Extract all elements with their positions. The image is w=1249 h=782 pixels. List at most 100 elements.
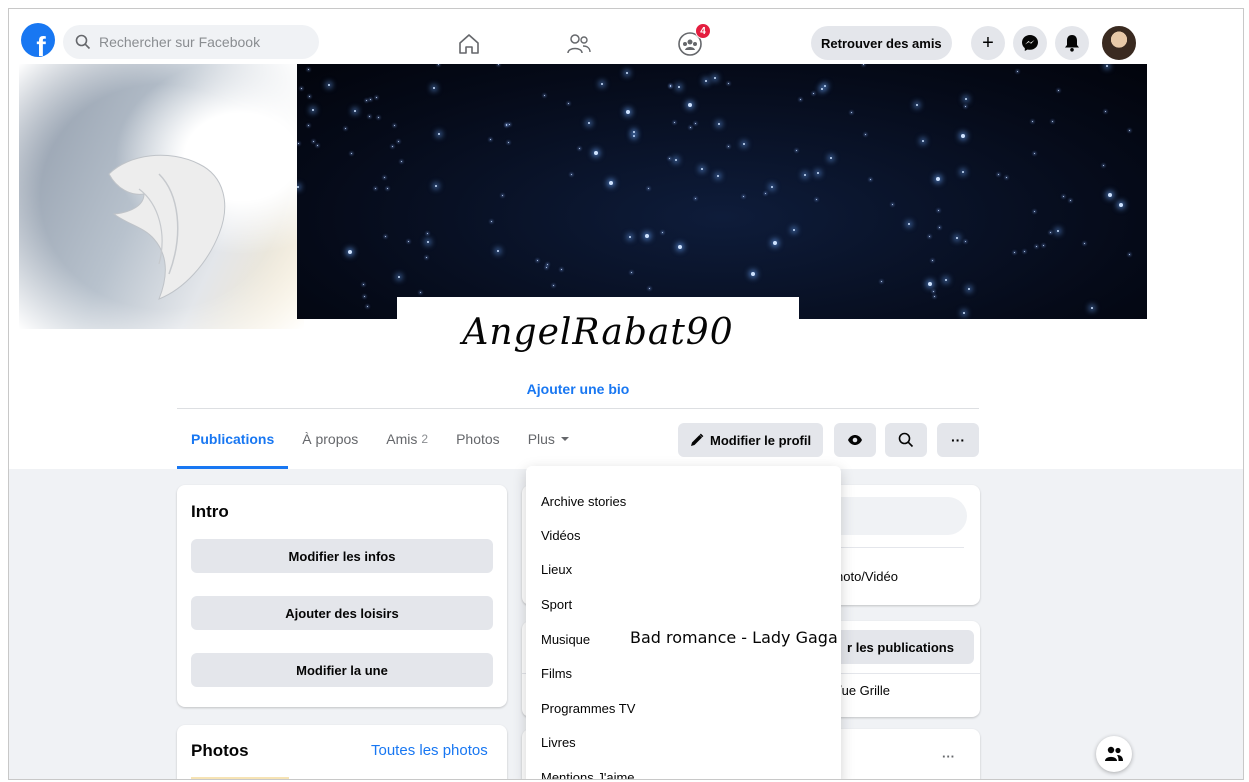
star (509, 124, 511, 126)
star (674, 122, 676, 124)
star (701, 168, 703, 170)
star (392, 146, 394, 148)
star (571, 174, 573, 176)
star (308, 125, 310, 127)
star (427, 233, 429, 235)
star (956, 237, 958, 239)
menu-item-tv-programs[interactable]: Programmes TV (541, 701, 635, 716)
star (1006, 177, 1008, 179)
menu-item-sport[interactable]: Sport (541, 597, 572, 612)
star (1070, 200, 1072, 202)
star (936, 177, 940, 181)
messenger-button[interactable] (1013, 26, 1047, 60)
intro-title: Intro (191, 502, 229, 521)
more-options-button[interactable]: ··· (937, 423, 979, 457)
star (892, 204, 894, 206)
view-as-button[interactable] (834, 423, 876, 457)
cover-photo[interactable] (297, 64, 1147, 319)
star (491, 221, 493, 223)
menu-item-archive-stories[interactable]: Archive stories (541, 494, 626, 509)
star (1032, 121, 1034, 123)
star (398, 141, 400, 143)
home-icon[interactable] (454, 29, 484, 59)
star (1057, 230, 1059, 232)
find-friends-button[interactable]: Retrouver des amis (811, 26, 952, 60)
star (1036, 246, 1038, 248)
plus-icon: + (982, 31, 994, 54)
photo-thumbnail[interactable] (191, 777, 289, 779)
tab-about[interactable]: À propos (288, 410, 372, 468)
star (426, 257, 428, 259)
star (965, 241, 967, 243)
notifications-button[interactable] (1055, 26, 1089, 60)
star (649, 288, 651, 290)
star (594, 151, 598, 155)
profile-name: AngelRabat90 (462, 312, 734, 353)
star (363, 284, 365, 286)
menu-item-music[interactable]: Musique (541, 632, 590, 647)
tab-photos[interactable]: Photos (442, 410, 514, 468)
friends-icon[interactable] (564, 29, 594, 59)
tab-more[interactable]: Plus (514, 410, 584, 468)
wing-icon (108, 154, 226, 300)
star (705, 80, 707, 82)
star (717, 175, 719, 177)
star (928, 282, 932, 286)
star (629, 236, 631, 238)
star (1063, 196, 1065, 198)
star (1103, 165, 1105, 167)
post-input[interactable] (822, 497, 967, 535)
star (385, 236, 387, 238)
edit-info-button[interactable]: Modifier les infos (191, 539, 493, 573)
star (824, 85, 826, 87)
menu-item-books[interactable]: Livres (541, 735, 576, 750)
tab-publications[interactable]: Publications (177, 410, 289, 469)
add-bio-link[interactable]: Ajouter une bio (9, 380, 1147, 398)
groups-icon[interactable]: 4 (675, 23, 711, 59)
star (427, 241, 429, 243)
star (490, 139, 492, 141)
star (1017, 71, 1019, 73)
star (376, 97, 378, 99)
photo-video-button[interactable]: hoto/Vidéo (836, 569, 898, 584)
menu-item-likes[interactable]: Mentions J'aime (541, 770, 635, 779)
all-photos-link[interactable]: Toutes les photos (371, 742, 488, 759)
account-avatar[interactable] (1100, 24, 1138, 62)
star (865, 134, 867, 136)
star (348, 250, 352, 254)
divider (177, 408, 979, 409)
post-options-button[interactable]: ··· (942, 749, 955, 764)
edit-profile-button[interactable]: Modifier le profil (678, 423, 824, 457)
photos-card: Photos Toutes les photos (177, 725, 507, 779)
star (351, 153, 353, 155)
grid-view-tab[interactable]: /ue Grille (838, 683, 890, 698)
star (751, 272, 755, 276)
search-icon (898, 432, 914, 448)
menu-item-videos[interactable]: Vidéos (541, 528, 581, 543)
create-button[interactable]: + (971, 26, 1005, 60)
star (793, 229, 795, 231)
search-profile-button[interactable] (885, 423, 927, 457)
star (364, 296, 366, 298)
menu-item-films[interactable]: Films (541, 666, 572, 681)
add-hobbies-button[interactable]: Ajouter des loisirs (191, 596, 493, 630)
manage-posts-button[interactable]: r les publications (827, 630, 974, 664)
intro-card: Intro Modifier les infos Ajouter des loi… (177, 485, 507, 707)
star (579, 148, 581, 150)
star (384, 177, 386, 179)
star (870, 179, 872, 181)
friends-chat-button[interactable] (1096, 736, 1132, 772)
star (813, 93, 815, 95)
facebook-logo[interactable]: f (21, 23, 55, 57)
star (498, 64, 500, 66)
edit-featured-button[interactable]: Modifier la une (191, 653, 493, 687)
star (965, 106, 967, 108)
notification-badge: 4 (695, 23, 711, 39)
music-annotation: Bad romance - Lady Gaga (630, 628, 838, 647)
search-bar[interactable] (63, 25, 319, 59)
star (1014, 252, 1016, 254)
menu-item-places[interactable]: Lieux (541, 562, 572, 577)
tab-friends[interactable]: Amis 2 (372, 410, 442, 468)
search-input[interactable] (97, 33, 307, 51)
people-icon (1105, 746, 1123, 761)
